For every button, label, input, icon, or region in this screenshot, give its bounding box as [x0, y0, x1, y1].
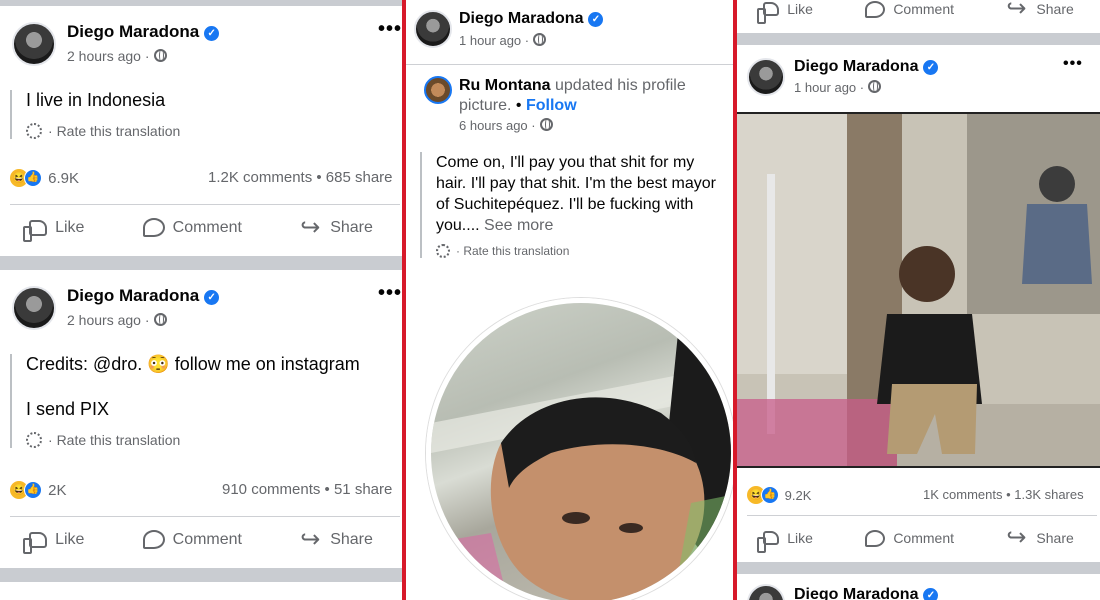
author-avatar[interactable]: [747, 58, 785, 96]
post-author[interactable]: Diego Maradona ✓: [459, 10, 604, 28]
globe-icon: [533, 33, 547, 46]
rate-translation-link[interactable]: · Rate this translation: [436, 244, 730, 258]
comment-button[interactable]: Comment: [865, 0, 954, 18]
share-button[interactable]: Share: [300, 213, 373, 242]
comment-button[interactable]: Comment: [865, 529, 954, 547]
share-button[interactable]: Share: [300, 525, 373, 554]
verified-badge-icon: ✓: [923, 60, 939, 75]
comments-shares-count[interactable]: 1K comments • 1.3K shares: [923, 487, 1084, 502]
comment-button[interactable]: Comment: [142, 218, 242, 237]
author-avatar[interactable]: [414, 10, 452, 48]
comment-icon: [865, 529, 886, 547]
post-text-line: Credits: @dro. 😳 follow me on instagram: [26, 354, 360, 374]
like-icon: [757, 2, 780, 24]
divider: [747, 515, 1097, 516]
post-actions: Like Comment Share: [737, 0, 1100, 24]
post-timestamp[interactable]: 2 hours ago ·: [67, 48, 167, 64]
reaction-summary[interactable]: 😆 👍 9.2K: [747, 486, 811, 504]
divider: [10, 204, 400, 205]
like-icon: [23, 219, 48, 242]
feed-separator: [0, 568, 402, 582]
feed-separator: [0, 0, 402, 6]
verified-badge-icon: ✓: [204, 290, 220, 305]
globe-icon: [153, 49, 167, 62]
profile-picture-image[interactable]: [426, 298, 733, 600]
post-text-line: I send PIX: [26, 399, 110, 419]
share-button[interactable]: Share: [1006, 523, 1073, 552]
reaction-summary[interactable]: 😆 👍 6.9K: [10, 169, 79, 187]
comment-icon: [142, 218, 165, 237]
shared-author-name[interactable]: Ru Montana: [459, 77, 551, 94]
verified-badge-icon: ✓: [588, 12, 604, 27]
post-author[interactable]: Diego Maradona ✓: [67, 286, 220, 306]
see-more-link[interactable]: See more: [484, 217, 553, 234]
divider: [10, 516, 400, 517]
author-avatar[interactable]: [12, 22, 56, 66]
share-icon: [1006, 523, 1028, 552]
reaction-summary[interactable]: 😆 👍 2K: [10, 481, 67, 499]
like-reaction-icon: 👍: [761, 486, 779, 504]
comment-icon: [865, 0, 886, 18]
comments-shares-count[interactable]: 910 comments • 51 share: [222, 481, 392, 498]
post-timestamp[interactable]: 2 hours ago ·: [67, 312, 167, 328]
post-timestamp[interactable]: 1 hour ago ·: [794, 80, 882, 95]
feed-panel-right: Like Comment Share Diego Maradona✓ 1 hou…: [737, 0, 1100, 600]
more-options-icon[interactable]: •••: [378, 282, 402, 305]
author-avatar[interactable]: [747, 584, 785, 600]
rate-translation-link[interactable]: · Rate this translation: [26, 432, 390, 448]
rate-translation-link[interactable]: · Rate this translation: [26, 123, 390, 139]
shared-author-avatar[interactable]: [424, 76, 452, 104]
more-options-icon[interactable]: •••: [378, 18, 402, 41]
post-author[interactable]: Diego Maradona ✓: [794, 58, 939, 76]
post-text: Come on, I'll pay you that shit for my h…: [436, 154, 717, 234]
post-actions: Like Comment Share: [737, 523, 1100, 553]
post-text: I live in Indonesia: [26, 90, 166, 110]
share-icon: [1006, 0, 1028, 23]
feed-panel-middle: Diego Maradona ✓ 1 hour ago · Ru Montana …: [402, 0, 737, 600]
verified-badge-icon: ✓: [204, 26, 220, 41]
translated-post-body: Credits: @dro. 😳 follow me on instagram …: [10, 354, 390, 448]
gear-icon: [26, 123, 42, 139]
post-actions: Like Comment Share: [0, 525, 402, 554]
like-icon: [757, 531, 780, 553]
globe-icon: [868, 80, 882, 93]
post-image-illustration: [737, 114, 1100, 466]
shared-post-timestamp[interactable]: 6 hours ago ·: [459, 118, 553, 133]
comment-icon: [142, 530, 165, 549]
more-options-icon[interactable]: •••: [1063, 55, 1083, 73]
gear-icon: [26, 432, 42, 448]
share-icon: [300, 525, 322, 554]
author-avatar[interactable]: [12, 286, 56, 330]
post-author[interactable]: Diego Maradona ✓: [794, 586, 939, 600]
shared-post-header: Ru Montana updated his profile picture. …: [459, 77, 686, 114]
like-reaction-icon: 👍: [24, 481, 42, 499]
divider: [406, 64, 733, 65]
post-timestamp[interactable]: 1 hour ago ·: [459, 33, 547, 48]
like-button[interactable]: Like: [23, 218, 84, 242]
gear-icon: [436, 244, 450, 258]
feed-panel-left: Diego Maradona ✓ 2 hours ago · ••• I live…: [0, 0, 402, 600]
verified-badge-icon: ✓: [923, 588, 939, 600]
feed-separator: [0, 256, 402, 270]
profile-picture-illustration: [431, 303, 731, 600]
like-reaction-icon: 👍: [24, 169, 42, 187]
like-icon: [23, 531, 48, 554]
share-button[interactable]: Share: [1006, 0, 1073, 23]
post-author[interactable]: Diego Maradona ✓: [67, 22, 220, 42]
like-button[interactable]: Like: [23, 530, 84, 554]
globe-icon: [153, 313, 167, 326]
like-button[interactable]: Like: [757, 529, 813, 553]
share-icon: [300, 213, 322, 242]
globe-icon: [539, 118, 553, 131]
feed-separator: [737, 33, 1100, 45]
comment-button[interactable]: Comment: [142, 530, 242, 549]
translated-post-body: I live in Indonesia · Rate this translat…: [10, 90, 390, 139]
comments-shares-count[interactable]: 1.2K comments • 685 share: [208, 169, 393, 186]
follow-button[interactable]: Follow: [526, 97, 577, 114]
feed-separator: [737, 562, 1100, 574]
like-button[interactable]: Like: [757, 0, 813, 24]
translated-post-body: Come on, I'll pay you that shit for my h…: [420, 152, 730, 258]
post-image[interactable]: [737, 112, 1100, 468]
post-actions: Like Comment Share: [0, 213, 402, 242]
